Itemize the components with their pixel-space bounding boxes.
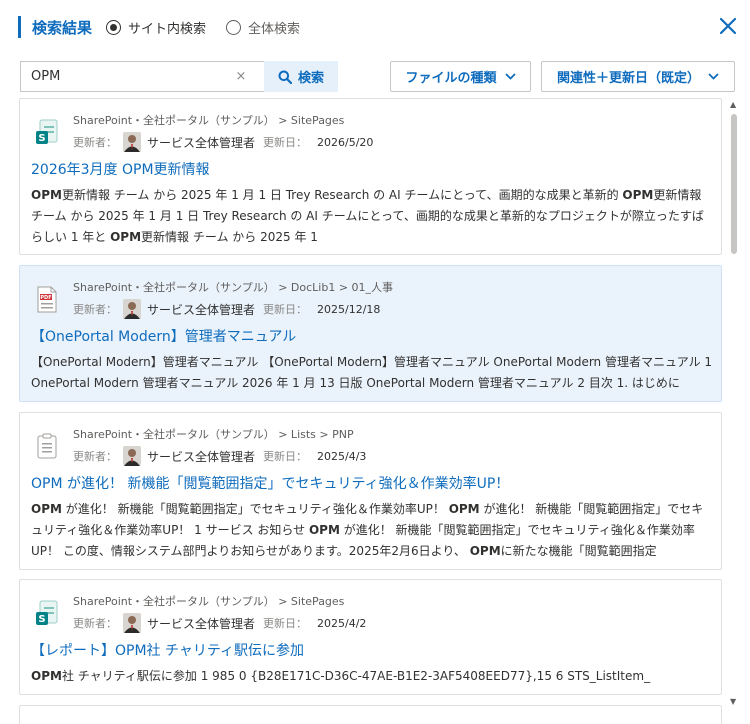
result-snippet: OPM更新情報 チーム から 2025 年 1 月 1 日 Trey Resea… <box>31 188 704 244</box>
result-snippet: OPM社 チャリティ駅伝に参加 1 985 0 {B28E171C-D36C-4… <box>31 669 651 683</box>
scope-site-label: サイト内検索 <box>128 21 207 37</box>
result-meta: 更新者： サービス全体管理者 更新日： 2026/5/20 <box>73 132 373 152</box>
result-author: サービス全体管理者 <box>147 449 256 464</box>
avatar <box>123 446 141 466</box>
results-scrollbar[interactable]: ▲ ▼ <box>730 100 738 706</box>
scope-site-radio[interactable]: サイト内検索 <box>106 18 206 37</box>
result-title-link[interactable]: 2026年3月度 OPM更新情報 <box>31 159 210 179</box>
search-button[interactable]: 検索 <box>264 61 338 92</box>
updated-label: 更新日： <box>263 303 308 316</box>
result-snippet: 【OnePortal Modern】管理者マニュアル 【OnePortal Mo… <box>31 355 713 390</box>
pdf-icon: PDF <box>35 286 59 314</box>
result-author: サービス全体管理者 <box>147 616 256 631</box>
result-title-link[interactable]: 【レポート】OPM社 チャリティ駅伝に参加 <box>31 640 304 660</box>
result-snippet: OPM が進化！ 新機能「閲覧範囲指定」でセキュリティ強化＆作業効率UP！ OP… <box>31 502 704 558</box>
sharepoint-page-icon: S <box>35 119 59 147</box>
updater-label: 更新者： <box>73 617 117 630</box>
search-input-wrapper: × <box>20 61 264 92</box>
close-icon[interactable] <box>718 16 738 36</box>
file-type-dropdown[interactable]: ファイルの種類 <box>390 61 531 92</box>
result-meta: 更新者： サービス全体管理者 更新日： 2025/4/3 <box>73 446 366 466</box>
result-date: 2025/4/3 <box>317 449 367 463</box>
result-date: 2026/5/20 <box>317 135 374 149</box>
result-path: SharePoint・全社ポータル（サンプル） > SitePages <box>73 595 345 608</box>
sort-label: 関連性＋更新日（既定） <box>556 71 700 86</box>
scope-all-label: 全体検索 <box>248 21 301 37</box>
svg-text:S: S <box>38 614 45 625</box>
result-date: 2025/12/18 <box>317 302 381 316</box>
radio-unselected-icon <box>226 19 242 35</box>
clear-search-icon[interactable]: × <box>231 69 251 84</box>
scroll-thumb[interactable] <box>731 114 737 254</box>
result-card[interactable]: S SharePoint・全社ポータル（サンプル） > SitePages 更新… <box>19 579 722 695</box>
sort-dropdown[interactable]: 関連性＋更新日（既定） <box>541 61 735 92</box>
list-item-icon <box>35 433 59 461</box>
result-card[interactable]: SharePoint・全社ポータル（サンプル） > Lists > PNP 更新… <box>19 412 722 570</box>
result-card[interactable] <box>19 705 722 724</box>
file-type-label: ファイルの種類 <box>405 71 497 86</box>
result-path: SharePoint・全社ポータル（サンプル） > Lists > PNP <box>73 428 354 441</box>
title-accent-bar <box>18 16 21 38</box>
search-button-label: 検索 <box>297 71 324 86</box>
results-list: S SharePoint・全社ポータル（サンプル） > SitePages 更新… <box>0 98 750 724</box>
result-meta: 更新者： サービス全体管理者 更新日： 2025/4/2 <box>73 613 366 633</box>
result-meta: 更新者： サービス全体管理者 更新日： 2025/12/18 <box>73 299 380 319</box>
updated-label: 更新日： <box>263 617 308 630</box>
updated-label: 更新日： <box>263 450 308 463</box>
result-card[interactable]: PDF SharePoint・全社ポータル（サンプル） > DocLib1 > … <box>19 265 722 402</box>
result-path: SharePoint・全社ポータル（サンプル） > SitePages <box>73 114 345 127</box>
result-path: SharePoint・全社ポータル（サンプル） > DocLib1 > 01_人… <box>73 281 394 294</box>
chevron-down-icon <box>504 73 516 80</box>
avatar <box>123 132 141 152</box>
search-box: × 検索 <box>20 61 338 92</box>
result-card[interactable]: S SharePoint・全社ポータル（サンプル） > SitePages 更新… <box>19 98 722 255</box>
scroll-up-arrow-icon[interactable]: ▲ <box>730 100 736 109</box>
avatar <box>123 613 141 633</box>
result-author: サービス全体管理者 <box>147 135 256 150</box>
updater-label: 更新者： <box>73 450 117 463</box>
sharepoint-page-icon: S <box>35 600 59 628</box>
updater-label: 更新者： <box>73 303 117 316</box>
scroll-down-arrow-icon[interactable]: ▼ <box>730 697 736 706</box>
panel-header: 検索結果 サイト内検索 全体検索 <box>18 14 320 40</box>
updater-label: 更新者： <box>73 136 117 149</box>
result-author: サービス全体管理者 <box>147 302 256 317</box>
page-title: 検索結果 <box>32 18 93 37</box>
search-input[interactable] <box>21 69 231 84</box>
result-title-link[interactable]: OPM が進化！ 新機能「閲覧範囲指定」でセキュリティ強化＆作業効率UP！ <box>31 473 509 493</box>
search-icon <box>278 70 292 84</box>
chevron-down-icon <box>708 73 719 80</box>
result-title-link[interactable]: 【OnePortal Modern】管理者マニュアル <box>31 326 296 346</box>
updated-label: 更新日： <box>263 136 308 149</box>
scope-all-radio[interactable]: 全体検索 <box>226 18 300 37</box>
svg-text:S: S <box>38 133 45 144</box>
result-date: 2025/4/2 <box>317 616 367 630</box>
avatar <box>123 299 141 319</box>
radio-selected-icon <box>106 19 122 35</box>
svg-text:PDF: PDF <box>40 295 51 301</box>
